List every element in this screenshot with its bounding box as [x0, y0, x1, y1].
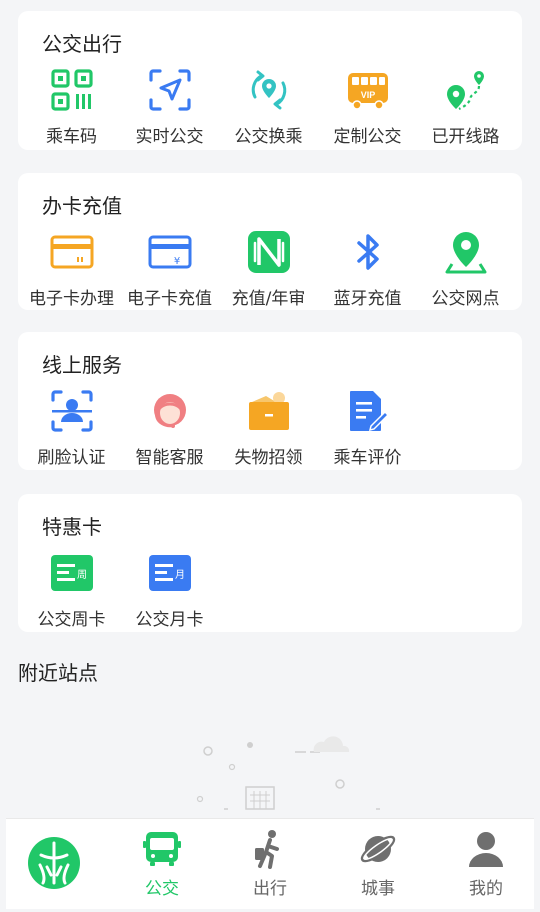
ride-code-button[interactable]: 乘车码: [21, 67, 122, 155]
smart-service-button[interactable]: 智能客服: [119, 388, 220, 476]
tab-city-events[interactable]: 城事: [325, 819, 431, 909]
face-scan-icon: [49, 388, 95, 434]
item-label: 失物招领: [234, 448, 303, 468]
week-card-icon: 周: [49, 550, 95, 596]
month-badge-text: 月: [175, 569, 185, 581]
item-label: 乘车码: [46, 127, 97, 147]
item-label: 电子卡充值: [127, 289, 212, 309]
svg-text:VIP: VIP: [360, 90, 375, 100]
nfc-icon: [246, 229, 292, 275]
custom-bus-button[interactable]: VIP 定制公交: [317, 67, 418, 155]
bottom-tab-bar: 公交 出行 城事 我的: [6, 818, 534, 909]
card-recharge-card: 办卡充值 电子卡办理 ¥ 电子卡充值 充值/年审 蓝牙充值 公交网点: [18, 173, 522, 310]
realtime-bus-button[interactable]: 实时公交: [119, 67, 220, 155]
tab-travel[interactable]: 出行: [217, 819, 323, 909]
ecard-apply-button[interactable]: 电子卡办理: [21, 229, 122, 317]
online-services-grid: 刷脸认证 智能客服 失物招领 乘车评价: [18, 388, 522, 478]
item-label: 电子卡办理: [29, 289, 114, 309]
ecard-recharge-button[interactable]: ¥ 电子卡充值: [119, 229, 220, 317]
walking-person-icon: [250, 829, 290, 869]
profile-icon: [466, 829, 506, 869]
nearby-stations-title: 附近站点: [18, 661, 98, 685]
bus-outlets-button[interactable]: 公交网点: [415, 229, 516, 317]
item-label: 公交周卡: [37, 610, 106, 630]
week-card-button[interactable]: 周 公交周卡: [21, 550, 122, 638]
card-apply-icon: [49, 229, 95, 275]
section-title: 线上服务: [42, 353, 122, 377]
tab-label: 我的: [469, 879, 503, 899]
svg-text:¥: ¥: [173, 256, 179, 267]
section-title: 办卡充值: [42, 194, 122, 218]
item-label: 定制公交: [333, 127, 402, 147]
item-label: 充值/年审: [231, 289, 306, 309]
item-label: 公交网点: [431, 289, 500, 309]
navigation-arrow-icon: [147, 67, 193, 113]
customer-service-icon: [147, 388, 193, 434]
item-label: 公交月卡: [135, 610, 204, 630]
document-edit-icon: [345, 388, 391, 434]
card-recharge-grid: 电子卡办理 ¥ 电子卡充值 充值/年审 蓝牙充值 公交网点: [18, 229, 522, 319]
item-label: 刷脸认证: [37, 448, 106, 468]
month-card-icon: 月: [147, 550, 193, 596]
item-label: 蓝牙充值: [333, 289, 402, 309]
discount-card-grid: 周 公交周卡 月 公交月卡: [18, 550, 522, 640]
bus-travel-card: 公交出行 乘车码 实时公交 公交换乘 VIP 定制公交 已开线路: [18, 11, 522, 150]
week-badge-text: 周: [77, 569, 87, 581]
face-auth-button[interactable]: 刷脸认证: [21, 388, 122, 476]
bluetooth-icon: [345, 229, 391, 275]
bus-icon: [142, 829, 182, 869]
item-label: 乘车评价: [333, 448, 402, 468]
discount-card-card: 特惠卡 周 公交周卡 月 公交月卡: [18, 494, 522, 632]
route-pins-icon: [443, 67, 489, 113]
tab-bus[interactable]: 公交: [109, 819, 215, 909]
lost-found-box-icon: [246, 388, 292, 434]
month-card-button[interactable]: 月 公交月卡: [119, 550, 220, 638]
bus-travel-grid: 乘车码 实时公交 公交换乘 VIP 定制公交 已开线路: [18, 67, 522, 157]
bluetooth-recharge-button[interactable]: 蓝牙充值: [317, 229, 418, 317]
card-recharge-icon: ¥: [147, 229, 193, 275]
planet-icon: [358, 829, 398, 869]
bus-transfer-button[interactable]: 公交换乘: [218, 67, 319, 155]
online-services-card: 线上服务 刷脸认证 智能客服 失物招领 乘车评价: [18, 332, 522, 470]
tab-label: 公交: [145, 879, 179, 899]
empty-state-illustration: [180, 725, 383, 815]
section-title: 特惠卡: [42, 515, 102, 539]
open-routes-button[interactable]: 已开线路: [415, 67, 516, 155]
map-pin-icon: [443, 229, 489, 275]
transfer-location-icon: [246, 67, 292, 113]
item-label: 公交换乘: [234, 127, 303, 147]
item-label: 实时公交: [135, 127, 204, 147]
vip-bus-icon: VIP: [345, 67, 391, 113]
item-label: 智能客服: [135, 448, 204, 468]
qr-code-icon: [49, 67, 95, 113]
section-title: 公交出行: [42, 32, 122, 56]
app-logo[interactable]: [26, 835, 82, 891]
lost-found-button[interactable]: 失物招领: [218, 388, 319, 476]
recharge-annual-button[interactable]: 充值/年审: [218, 229, 319, 317]
ride-review-button[interactable]: 乘车评价: [317, 388, 418, 476]
tab-mine[interactable]: 我的: [433, 819, 539, 909]
tab-label: 城事: [361, 879, 395, 899]
item-label: 已开线路: [431, 127, 500, 147]
tab-label: 出行: [253, 879, 287, 899]
